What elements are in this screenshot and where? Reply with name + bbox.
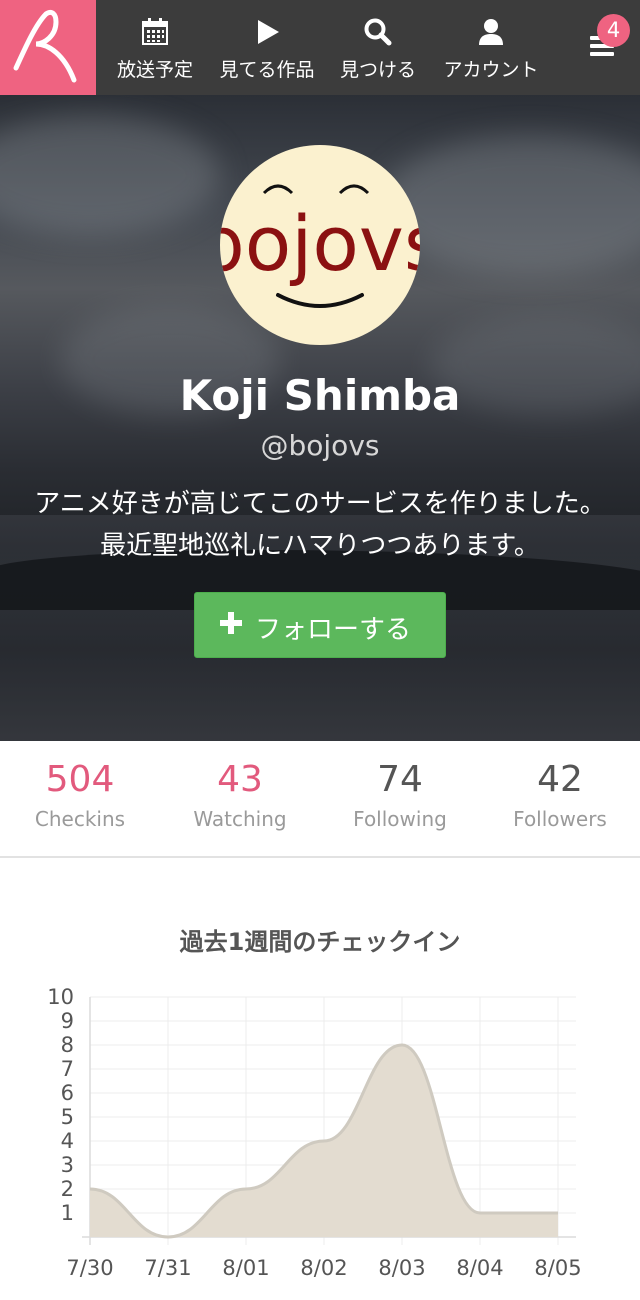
y-tick-label: 4 bbox=[61, 1129, 74, 1153]
y-tick-label: 1 bbox=[61, 1201, 74, 1225]
app-logo[interactable] bbox=[0, 0, 96, 95]
follow-button-label: フォローする bbox=[255, 615, 412, 645]
user-icon bbox=[479, 19, 503, 45]
checkin-chart: 12345678910 7/30 7/31 8/01 8/02 8/03 8/04 8/05 bbox=[47, 985, 581, 1280]
stat-followers[interactable]: 42 Followers bbox=[480, 741, 640, 856]
profile-bio-line: 最近聖地巡礼にハマりつつあります。 bbox=[100, 531, 540, 561]
chart-title: 過去1週間のチェックイン bbox=[179, 928, 461, 956]
avatar-face-image: bojovs bbox=[220, 184, 420, 308]
plus-icon bbox=[220, 612, 242, 634]
background-cloud bbox=[0, 115, 220, 235]
x-tick-label: 8/01 bbox=[222, 1256, 269, 1280]
stat-label: Following bbox=[353, 807, 447, 831]
calendar-icon bbox=[142, 18, 168, 45]
x-tick-label: 8/05 bbox=[534, 1256, 581, 1280]
stat-watching[interactable]: 43 Watching bbox=[160, 741, 320, 856]
x-tick-label: 7/30 bbox=[66, 1256, 113, 1280]
y-tick-label: 6 bbox=[61, 1081, 74, 1105]
y-tick-label: 9 bbox=[61, 1009, 74, 1033]
nav-watching[interactable]: 見てる作品 bbox=[214, 0, 320, 95]
stat-value: 42 bbox=[537, 759, 583, 800]
stat-value: 74 bbox=[377, 759, 423, 800]
stat-following[interactable]: 74 Following bbox=[320, 741, 480, 856]
y-tick-label: 7 bbox=[61, 1057, 74, 1081]
profile-handle: @bojovs bbox=[260, 429, 380, 462]
y-tick-label: 3 bbox=[61, 1153, 74, 1177]
stat-value: 43 bbox=[217, 759, 263, 800]
search-icon bbox=[364, 18, 392, 46]
nav-discover-label: 見つける bbox=[339, 59, 416, 81]
top-navbar: 放送予定 見てる作品 見つける アカウント 4 bbox=[0, 0, 640, 95]
profile-name: Koji Shimba bbox=[179, 371, 461, 420]
y-tick-label: 2 bbox=[61, 1177, 74, 1201]
play-icon bbox=[258, 20, 279, 44]
y-tick-label: 5 bbox=[61, 1105, 74, 1129]
stat-checkins[interactable]: 504 Checkins bbox=[0, 741, 160, 856]
nav-watching-label: 見てる作品 bbox=[219, 59, 315, 81]
x-tick-label: 8/03 bbox=[378, 1256, 425, 1280]
y-tick-label: 8 bbox=[61, 1033, 74, 1057]
nav-account-label: アカウント bbox=[443, 59, 539, 81]
stat-label: Followers bbox=[513, 807, 607, 831]
stat-label: Watching bbox=[193, 807, 287, 831]
logo-mark-icon bbox=[13, 9, 77, 83]
nav-account[interactable]: アカウント bbox=[436, 0, 546, 95]
y-tick-label: 10 bbox=[47, 985, 74, 1009]
profile-hero: bojovs Koji Shimba @bojovs アニメ好きが高じてこのサー… bbox=[0, 95, 640, 741]
nav-schedule[interactable]: 放送予定 bbox=[110, 0, 200, 95]
stat-value: 504 bbox=[45, 759, 115, 800]
avatar[interactable]: bojovs bbox=[220, 145, 420, 345]
profile-bio-line: アニメ好きが高じてこのサービスを作りました。 bbox=[34, 489, 606, 519]
profile-stats: 504 Checkins 43 Watching 74 Following 42… bbox=[0, 741, 640, 858]
notification-badge[interactable]: 4 bbox=[597, 14, 630, 47]
nav-discover[interactable]: 見つける bbox=[334, 0, 422, 95]
nav-schedule-label: 放送予定 bbox=[116, 59, 193, 81]
x-tick-label: 8/02 bbox=[300, 1256, 347, 1280]
follow-button[interactable]: フォローする bbox=[194, 592, 446, 658]
x-tick-label: 7/31 bbox=[144, 1256, 191, 1280]
avatar-text: bojovs bbox=[220, 199, 420, 288]
x-tick-label: 8/04 bbox=[456, 1256, 503, 1280]
stat-label: Checkins bbox=[34, 807, 126, 831]
